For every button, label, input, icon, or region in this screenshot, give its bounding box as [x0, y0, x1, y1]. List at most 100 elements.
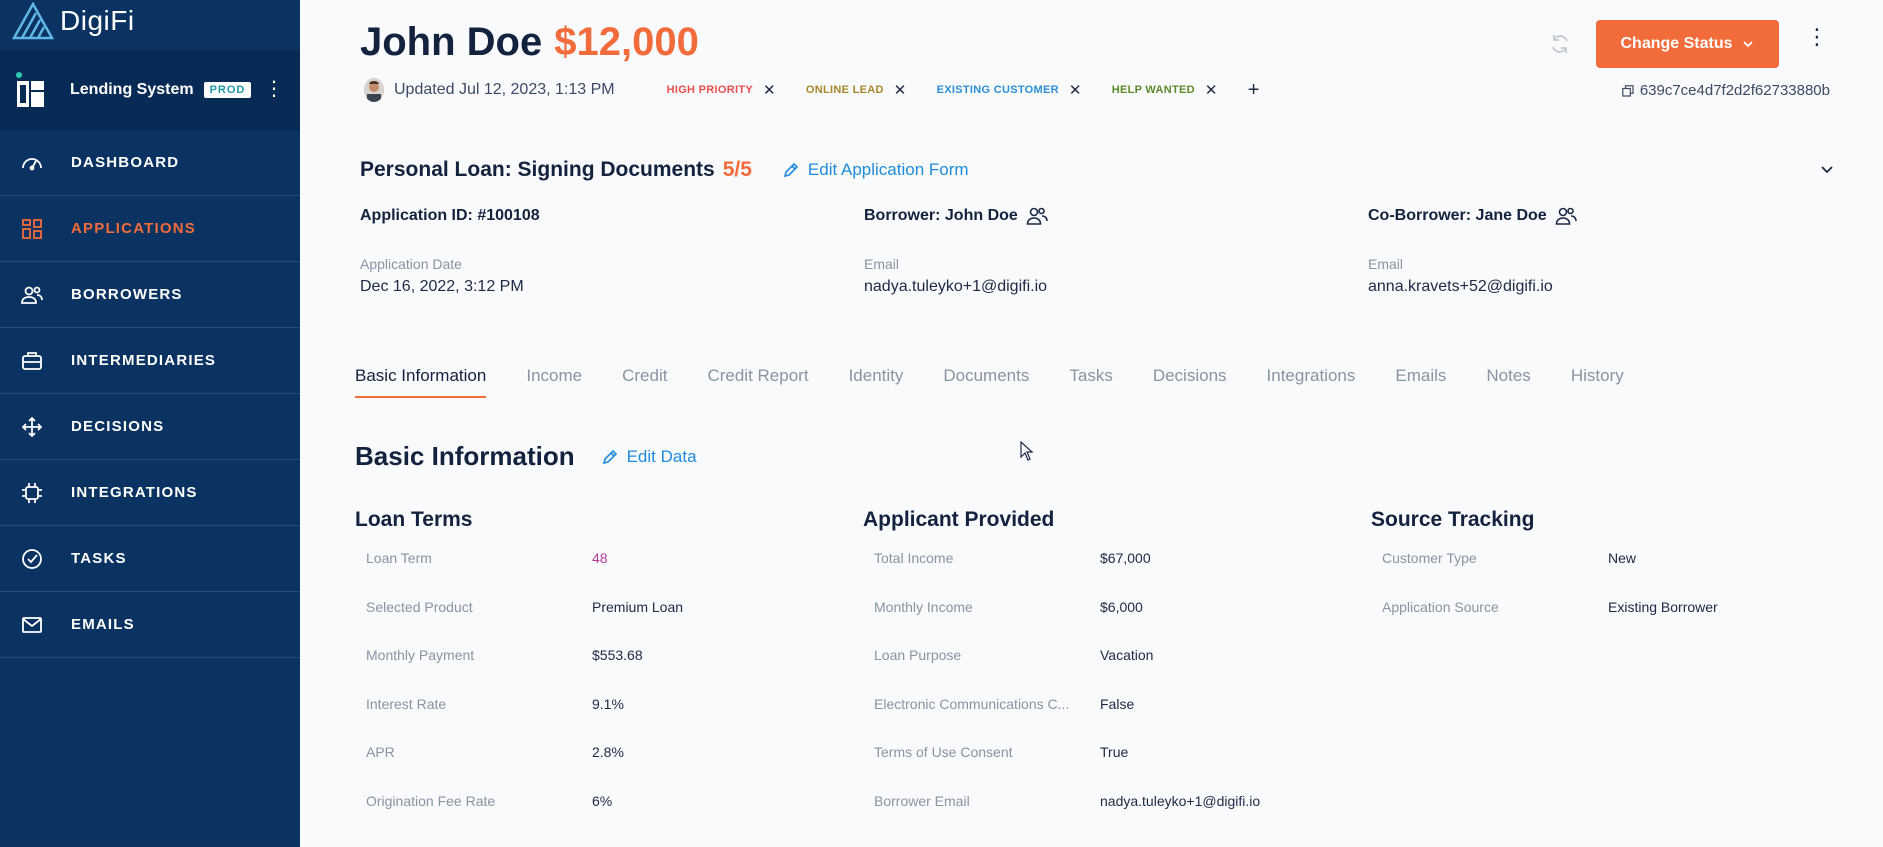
env-badge: PROD — [203, 82, 252, 98]
application-hash[interactable]: 639c7ce4d7f2d2f62733880b — [1622, 82, 1830, 99]
change-status-label: Change Status — [1620, 35, 1733, 52]
borrower-column: Borrower: John Doe Email nadya.tuleyko+1… — [864, 204, 1284, 296]
add-tag-icon[interactable]: + — [1248, 79, 1260, 102]
field-value: 9.1% — [592, 695, 624, 712]
borrower-email-value: nadya.tuleyko+1@digifi.io — [864, 278, 1048, 295]
tab-documents[interactable]: Documents — [943, 366, 1029, 398]
org-switcher[interactable]: Lending System PROD ⋮ — [0, 50, 300, 130]
tab-history[interactable]: History — [1571, 366, 1624, 398]
updated-timestamp: Updated Jul 12, 2023, 1:13 PM — [394, 81, 615, 98]
tag-label: HELP WANTED — [1111, 84, 1195, 96]
co-borrower-email-value: anna.kravets+52@digifi.io — [1368, 278, 1553, 295]
field-row: Loan Purpose Vacation — [863, 631, 1343, 680]
field-value: Vacation — [1100, 647, 1154, 664]
borrower-email-label: Email — [864, 256, 900, 272]
sidebar-item-borrowers[interactable]: BORROWERS — [0, 262, 300, 328]
more-options-icon[interactable]: ⋮ — [1806, 26, 1828, 48]
field-label: APR — [366, 744, 395, 761]
sidebar-item-applications[interactable]: APPLICATIONS — [0, 196, 300, 262]
sidebar-item-dashboard[interactable]: DASHBOARD — [0, 130, 300, 196]
tab-integrations[interactable]: Integrations — [1267, 366, 1356, 398]
org-menu-icon[interactable]: ⋮ — [264, 79, 284, 99]
field-row: Customer Type New — [1371, 534, 1851, 583]
remove-tag-icon[interactable]: ✕ — [1205, 81, 1218, 99]
tab-credit-report[interactable]: Credit Report — [707, 366, 808, 398]
field-value: 2.8% — [592, 744, 624, 761]
tab-emails[interactable]: Emails — [1395, 366, 1446, 398]
field-label: Total Income — [874, 550, 954, 567]
sidebar-item-emails[interactable]: EMAILS — [0, 592, 300, 658]
remove-tag-icon[interactable]: ✕ — [894, 81, 907, 99]
brand-logo[interactable]: DigiFi — [12, 2, 135, 40]
tab-income[interactable]: Income — [526, 366, 582, 398]
sidebar-item-tasks[interactable]: TASKS — [0, 526, 300, 592]
field-row: Selected Product Premium Loan — [355, 583, 835, 632]
applications-grid-icon — [20, 217, 44, 241]
tab-notes[interactable]: Notes — [1486, 366, 1530, 398]
field-row: Monthly Income $6,000 — [863, 583, 1343, 632]
product-row: Personal Loan: Signing Documents 5/5 Edi… — [360, 158, 969, 182]
sidebar-item-label: TASKS — [71, 550, 127, 567]
borrower-name-text: Borrower: John Doe — [864, 207, 1018, 224]
co-borrower-name[interactable]: Co-Borrower: Jane Doe — [1368, 204, 1788, 228]
field-value: $67,000 — [1100, 550, 1151, 567]
field-row: APR 2.8% — [355, 728, 835, 777]
borrower-name[interactable]: Borrower: John Doe — [864, 204, 1284, 228]
application-date-label: Application Date — [360, 256, 462, 272]
lending-system-icon — [16, 72, 44, 107]
field-label: Loan Purpose — [874, 647, 962, 664]
field-value: nadya.tuleyko+1@digifi.io — [1100, 792, 1261, 809]
sidebar-item-label: APPLICATIONS — [71, 220, 196, 237]
application-id: Application ID: #100108 — [360, 204, 780, 228]
people-icon — [1026, 207, 1048, 225]
avatar — [364, 78, 384, 102]
pencil-icon — [783, 162, 799, 178]
tab-tasks[interactable]: Tasks — [1069, 366, 1112, 398]
tab-basic-information[interactable]: Basic Information — [355, 366, 487, 398]
collapse-chevron-icon[interactable] — [1818, 160, 1836, 178]
tag-label: EXISTING CUSTOMER — [936, 84, 1059, 96]
edit-data-link[interactable]: Edit Data — [601, 447, 697, 467]
field-row: Terms of Use Consent True — [863, 728, 1343, 777]
remove-tag-icon[interactable]: ✕ — [763, 81, 776, 99]
sidebar-item-decisions[interactable]: DECISIONS — [0, 394, 300, 460]
application-date-value: Dec 16, 2022, 3:12 PM — [360, 278, 524, 295]
section-header: Basic Information Edit Data — [355, 441, 697, 472]
group-title: Source Tracking — [1371, 508, 1535, 531]
envelope-icon — [20, 613, 44, 637]
application-id-text: Application ID: #100108 — [360, 207, 540, 224]
sidebar-item-label: DASHBOARD — [71, 154, 180, 171]
mouse-cursor-icon — [1020, 441, 1034, 461]
tab-decisions[interactable]: Decisions — [1153, 366, 1227, 398]
field-value: $6,000 — [1100, 598, 1143, 615]
sidebar-item-intermediaries[interactable]: INTERMEDIARIES — [0, 328, 300, 394]
sidebar-item-integrations[interactable]: INTEGRATIONS — [0, 460, 300, 526]
refresh-icon[interactable] — [1548, 32, 1572, 56]
tab-identity[interactable]: Identity — [849, 366, 904, 398]
group-source-tracking: Source Tracking Customer Type New Applica… — [1371, 508, 1851, 631]
briefcase-icon — [20, 349, 44, 373]
applicant-title: John Doe $12,000 — [360, 20, 699, 65]
sidebar-item-label: INTEGRATIONS — [71, 484, 198, 501]
copy-icon — [1622, 84, 1634, 97]
field-label: Terms of Use Consent — [874, 744, 1013, 761]
tab-credit[interactable]: Credit — [622, 366, 667, 398]
field-value: Premium Loan — [592, 598, 684, 615]
edit-application-form-label: Edit Application Form — [807, 160, 969, 179]
field-value: 6% — [592, 792, 613, 809]
tag-label: ONLINE LEAD — [805, 84, 884, 96]
field-row: Borrower Email nadya.tuleyko+1@digifi.io — [863, 777, 1343, 826]
updated-row: Updated Jul 12, 2023, 1:13 PM HIGH PRIOR… — [364, 78, 1259, 102]
group-applicant-provided: Applicant Provided Total Income $67,000 M… — [863, 508, 1343, 825]
co-borrower-email-label: Email — [1368, 256, 1404, 272]
edit-application-form-link[interactable]: Edit Application Form — [782, 160, 969, 180]
co-borrower-column: Co-Borrower: Jane Doe Email anna.kravets… — [1368, 204, 1788, 296]
change-status-button[interactable]: Change Status — [1596, 20, 1779, 68]
tag-help-wanted: HELP WANTED ✕ — [1112, 81, 1218, 99]
group-loan-terms: Loan Terms Loan Term 48 Selected Product P… — [355, 508, 835, 825]
field-row: Loan Term 48 — [355, 534, 835, 583]
remove-tag-icon[interactable]: ✕ — [1069, 81, 1082, 99]
tag-existing-customer: EXISTING CUSTOMER ✕ — [937, 81, 1082, 99]
sidebar-item-label: EMAILS — [71, 616, 135, 633]
field-value: $553.68 — [592, 647, 643, 664]
